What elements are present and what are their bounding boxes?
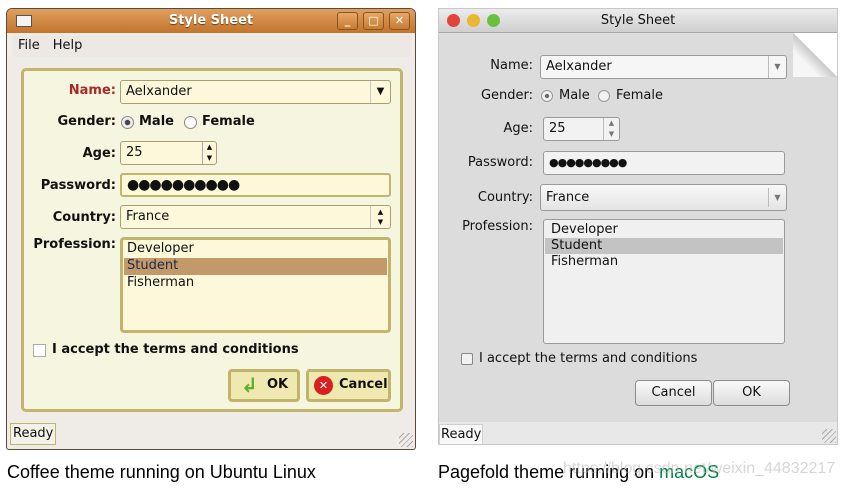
chevron-down-icon[interactable]: ▼ <box>768 188 786 207</box>
pagefold-window: Style Sheet Name: Aelxander ▼ Gender: Ma… <box>438 8 838 445</box>
page-fold-icon <box>793 33 837 77</box>
chevron-down-icon[interactable]: ▼ <box>370 81 390 103</box>
status-bar: Ready <box>10 423 57 445</box>
name-label: Name: <box>68 83 116 98</box>
resize-grip-icon[interactable] <box>399 433 413 447</box>
cancel-button[interactable]: Cancel <box>635 380 712 406</box>
list-item-developer[interactable]: Developer <box>124 241 387 258</box>
watermark: https://blog.csdn.net/weixin_44832217 <box>563 460 836 477</box>
spinner-arrows-icon[interactable]: ▲ ▼ <box>603 118 619 140</box>
status-bar: Ready <box>439 424 484 444</box>
window-icon <box>16 15 32 27</box>
name-value: Aelxander <box>546 59 612 74</box>
updown-icon[interactable]: ▲ ▼ <box>370 206 390 228</box>
age-label: Age: <box>82 146 116 161</box>
country-select[interactable]: France ▼ <box>540 184 787 211</box>
age-spinner[interactable]: 25 ▲ ▼ <box>120 141 217 165</box>
profession-list[interactable]: Developer Student Fisherman <box>120 237 391 333</box>
radio-female[interactable] <box>598 90 610 102</box>
radio-female-label[interactable]: Female <box>202 114 255 129</box>
close-button[interactable] <box>447 14 460 27</box>
terms-checkbox[interactable] <box>461 353 473 365</box>
radio-female[interactable] <box>184 116 197 129</box>
name-combobox[interactable]: Aelxander ▼ <box>540 55 787 79</box>
list-item-fisherman[interactable]: Fisherman <box>545 254 783 270</box>
enter-arrow-icon: ↲ <box>241 373 258 397</box>
list-item-student[interactable]: Student <box>545 238 783 254</box>
close-button[interactable]: ✕ <box>389 12 410 30</box>
chevron-down-icon[interactable]: ▼ <box>768 56 786 78</box>
cancel-label: Cancel <box>339 377 388 392</box>
age-label: Age: <box>503 121 533 136</box>
profession-label: Profession: <box>462 219 533 234</box>
country-select[interactable]: France ▲ ▼ <box>120 205 391 229</box>
radio-male-label[interactable]: Male <box>139 114 174 129</box>
menu-file[interactable]: File <box>18 38 40 53</box>
age-value: 25 <box>549 121 566 136</box>
radio-male-label[interactable]: Male <box>559 88 590 103</box>
cancel-button[interactable]: ✕ Cancel <box>306 369 391 402</box>
menu-help[interactable]: Help <box>53 38 83 53</box>
terms-checkbox[interactable] <box>33 344 46 357</box>
list-item-fisherman[interactable]: Fisherman <box>124 275 387 292</box>
ok-button[interactable]: OK <box>713 380 790 406</box>
form-panel: Name: Aelxander ▼ Gender: Male Female Ag… <box>21 68 403 412</box>
country-label: Country: <box>52 210 116 225</box>
gender-label: Gender: <box>57 114 116 129</box>
spinner-arrows-icon[interactable]: ▲ ▼ <box>202 142 216 164</box>
list-item-student[interactable]: Student <box>124 258 387 275</box>
age-spinner[interactable]: 25 ▲ ▼ <box>543 117 620 141</box>
password-label: Password: <box>40 178 116 193</box>
profession-label: Profession: <box>33 237 116 252</box>
password-label: Password: <box>467 155 533 170</box>
country-label: Country: <box>477 190 533 205</box>
coffee-window: Style Sheet _ □ ✕ File Help Name: Aelxand… <box>6 8 416 450</box>
ok-button[interactable]: ↲ OK <box>228 369 300 402</box>
gender-label: Gender: <box>480 88 533 103</box>
password-field[interactable]: ●●●●●●●●● <box>543 151 785 175</box>
coffee-caption: Coffee theme running on Ubuntu Linux <box>7 462 316 482</box>
radio-female-label[interactable]: Female <box>616 88 663 103</box>
password-field[interactable]: ●●●●●●●●●● <box>120 173 391 197</box>
terms-label[interactable]: I accept the terms and conditions <box>479 351 697 366</box>
name-label: Name: <box>490 58 533 73</box>
age-value: 25 <box>126 145 143 160</box>
terms-label[interactable]: I accept the terms and conditions <box>52 342 299 357</box>
zoom-button[interactable] <box>487 14 500 27</box>
profession-list[interactable]: Developer Student Fisherman <box>543 219 785 344</box>
minimize-button[interactable] <box>467 14 480 27</box>
resize-grip-icon[interactable] <box>822 429 836 443</box>
name-value: Aelxander <box>126 84 192 99</box>
radio-male[interactable] <box>541 90 553 102</box>
maximize-button[interactable]: □ <box>363 12 384 30</box>
menu-bar: File Help <box>13 35 411 57</box>
country-value: France <box>546 190 590 205</box>
radio-male[interactable] <box>121 116 134 129</box>
ok-label: OK <box>267 377 289 392</box>
name-combobox[interactable]: Aelxander ▼ <box>120 80 391 104</box>
country-value: France <box>126 209 170 224</box>
cancel-x-icon: ✕ <box>314 376 333 395</box>
status-bar-bg <box>439 422 837 444</box>
list-item-developer[interactable]: Developer <box>545 222 783 238</box>
minimize-button[interactable]: _ <box>337 12 358 30</box>
